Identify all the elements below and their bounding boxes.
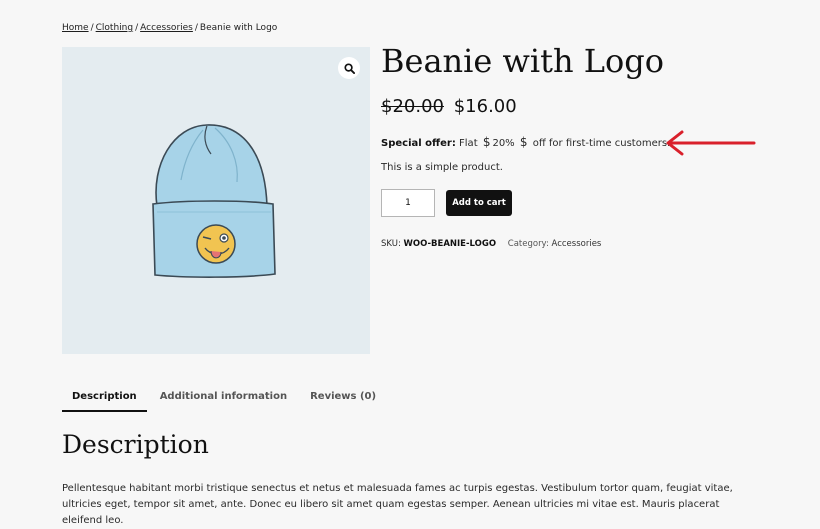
breadcrumb-current: Beanie with Logo (199, 23, 278, 33)
sku-value: WOO-BEANIE-LOGO (403, 239, 497, 249)
zoom-button[interactable] (338, 57, 360, 79)
arrow-left-annotation-icon (666, 130, 756, 156)
short-description: This is a simple product. (381, 162, 503, 173)
offer-suffix: off for first-time customers. (532, 138, 671, 149)
offer-currency: $ (519, 135, 528, 149)
tab-additional-information[interactable]: Additional information (150, 385, 297, 412)
product-price: $20.00 $16.00 (381, 96, 517, 117)
breadcrumb-separator: / (135, 23, 139, 33)
breadcrumb-accessories-link[interactable]: Accessories (140, 23, 193, 33)
product-image[interactable] (145, 120, 285, 282)
product-tabs: Description Additional information Revie… (62, 385, 389, 412)
regular-price: $20.00 (381, 96, 444, 117)
offer-prefix: Flat (459, 138, 478, 149)
sku-label: SKU: (381, 239, 401, 249)
breadcrumb: Home / Clothing / Accessories / Beanie with Lo… (62, 23, 277, 33)
product-gallery[interactable] (62, 47, 370, 354)
offer-label: Special offer: (381, 138, 456, 149)
product-title: Beanie with Logo (381, 42, 665, 80)
offer-value: 20% (492, 138, 515, 149)
category-meta: Category: Accessories (508, 239, 602, 249)
breadcrumb-clothing-link[interactable]: Clothing (96, 23, 133, 33)
magnifier-icon (343, 62, 355, 74)
product-meta: SKU: WOO-BEANIE-LOGO Category: Accessori… (381, 239, 601, 249)
add-to-cart-button[interactable]: Add to cart (446, 190, 512, 216)
breadcrumb-home-link[interactable]: Home (62, 23, 89, 33)
description-body: Pellentesque habitant morbi tristique se… (62, 483, 733, 526)
sale-price: $16.00 (453, 96, 517, 117)
description-heading: Description (62, 430, 209, 459)
special-offer: Special offer: Flat $20% $ off for first… (381, 135, 670, 149)
tab-reviews[interactable]: Reviews (0) (300, 385, 386, 412)
quantity-input[interactable] (381, 189, 435, 217)
category-label: Category: (507, 239, 549, 249)
category-link[interactable]: Accessories (552, 239, 602, 249)
breadcrumb-separator: / (90, 23, 94, 33)
offer-currency: $ (482, 135, 491, 149)
breadcrumb-separator: / (194, 23, 198, 33)
tab-description[interactable]: Description (62, 385, 147, 412)
